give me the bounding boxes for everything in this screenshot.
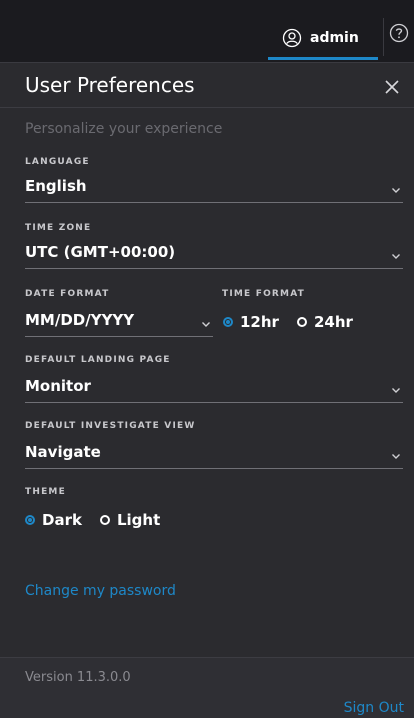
active-tab-indicator <box>268 57 378 60</box>
date-format-select[interactable]: MM/DD/YYYY <box>25 309 213 337</box>
theme-label: THEME <box>25 487 66 497</box>
theme-radio-group: Dark Light <box>25 511 160 529</box>
language-value: English <box>25 177 87 195</box>
help-button[interactable] <box>388 22 410 44</box>
theme-option-light[interactable]: Light <box>99 511 161 529</box>
investigate-view-value: Navigate <box>25 443 101 461</box>
time-format-12hr-label: 12hr <box>240 313 279 331</box>
radio-checked-icon <box>25 515 35 525</box>
user-preferences-panel: User Preferences Personalize your experi… <box>0 62 414 718</box>
investigate-view-select[interactable]: Navigate <box>25 441 403 469</box>
time-zone-value: UTC (GMT+00:00) <box>25 243 176 261</box>
change-password-link[interactable]: Change my password <box>25 583 176 599</box>
language-select[interactable]: English <box>25 175 403 203</box>
time-format-label: TIME FORMAT <box>222 289 306 299</box>
close-icon <box>385 80 399 94</box>
chevron-down-icon <box>392 188 400 193</box>
time-format-24hr-label: 24hr <box>313 313 353 331</box>
title-separator <box>0 107 414 108</box>
version-text: Version 11.3.0.0 <box>25 670 131 685</box>
chevron-down-icon <box>392 454 400 459</box>
investigate-view-label: DEFAULT INVESTIGATE VIEW <box>25 421 196 431</box>
sign-out-link[interactable]: Sign Out <box>344 700 404 716</box>
time-format-option-24hr[interactable]: 24hr <box>296 313 353 331</box>
date-format-label: DATE FORMAT <box>25 289 110 299</box>
user-menu-tab[interactable]: admin <box>268 18 378 60</box>
time-format-option-12hr[interactable]: 12hr <box>223 313 279 331</box>
theme-option-dark[interactable]: Dark <box>25 511 82 529</box>
radio-checked-icon <box>223 317 233 327</box>
panel-footer: Version 11.3.0.0 Sign Out <box>0 658 414 718</box>
panel-title: User Preferences <box>25 73 195 97</box>
user-name-label: admin <box>310 30 359 46</box>
radio-unchecked-icon <box>296 317 307 327</box>
time-zone-select[interactable]: UTC (GMT+00:00) <box>25 241 403 269</box>
landing-page-value: Monitor <box>25 377 91 395</box>
theme-dark-label: Dark <box>42 511 82 529</box>
topbar-divider <box>383 18 384 56</box>
top-bar: admin <box>0 0 414 60</box>
close-button[interactable] <box>380 75 404 99</box>
chevron-down-icon <box>392 388 400 393</box>
chevron-down-icon <box>202 322 210 327</box>
date-format-value: MM/DD/YYYY <box>25 311 135 329</box>
chevron-down-icon <box>392 254 400 259</box>
theme-light-label: Light <box>116 511 161 529</box>
time-format-radio-group: 12hr 24hr <box>223 313 353 331</box>
time-zone-label: TIME ZONE <box>25 223 92 233</box>
landing-page-select[interactable]: Monitor <box>25 375 403 403</box>
help-circle-icon <box>389 23 409 43</box>
landing-page-label: DEFAULT LANDING PAGE <box>25 355 171 365</box>
language-label: LANGUAGE <box>25 157 90 167</box>
user-circle-icon <box>282 28 302 48</box>
panel-subtitle: Personalize your experience <box>25 121 223 137</box>
radio-unchecked-icon <box>99 515 110 525</box>
